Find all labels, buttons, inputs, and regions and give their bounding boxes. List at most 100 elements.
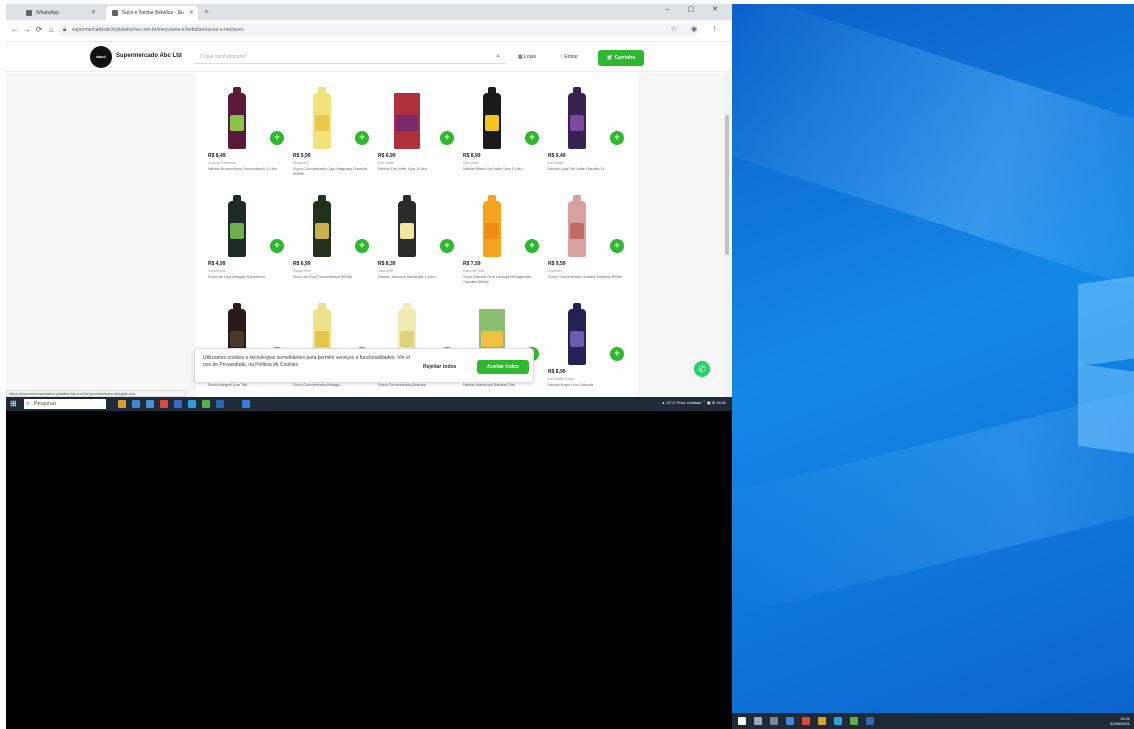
product-image[interactable] bbox=[313, 195, 331, 257]
add-to-cart-button[interactable]: + bbox=[610, 239, 624, 253]
product-price: R$ 8,49 bbox=[208, 153, 226, 159]
product-label-graphic bbox=[315, 223, 329, 239]
excel-icon[interactable] bbox=[850, 717, 858, 725]
product-price: R$ 8,39 bbox=[378, 261, 396, 267]
product-image[interactable] bbox=[568, 303, 586, 365]
system-tray[interactable]: ▲ 21°C Pred. nublado ⌃ ▣ ⊕ 18:11 bbox=[661, 400, 726, 405]
product-price: R$ 9,59 bbox=[548, 261, 566, 267]
new-tab-button[interactable]: + bbox=[204, 6, 209, 18]
cart-button[interactable]: 🛒︎ Carrinho bbox=[598, 50, 644, 66]
product-card[interactable]: + R$ 9,59 Sufresh Suco Concentrado Goiaba S… bbox=[538, 195, 624, 305]
product-name[interactable]: Suco de Uva Integral Superbom bbox=[208, 274, 284, 279]
product-image[interactable] bbox=[313, 87, 331, 149]
product-card[interactable]: + R$ 8,49 Aurora Bebidas Néctar Aurora Uva … bbox=[198, 87, 284, 197]
taskbar-clock[interactable]: 18:11 30/06/2021 bbox=[1110, 716, 1130, 726]
add-to-cart-button[interactable]: + bbox=[525, 131, 539, 145]
reload-button[interactable]: ⟳ bbox=[34, 25, 44, 34]
product-card[interactable]: + R$ 8,39 Jasmine Néctar Jasmine Maracujá 1… bbox=[368, 195, 454, 305]
site-header: abcd Supermercado Abc Ltd O que você pro… bbox=[6, 42, 732, 72]
product-card[interactable]: + R$ 8,99 Del Valle Néctar Misto Del Valle … bbox=[453, 87, 539, 197]
page-scrollbar[interactable] bbox=[724, 73, 730, 397]
word-icon[interactable] bbox=[216, 400, 224, 408]
product-name[interactable]: Néctar Misto Del Valle Uva 1 Litro bbox=[463, 166, 539, 171]
product-card[interactable]: + R$ 6,99 Del Valle Néctar Del Valle Uva 1 … bbox=[368, 87, 454, 197]
product-image[interactable] bbox=[398, 195, 416, 257]
tab-close-icon[interactable]: ✕ bbox=[91, 6, 96, 20]
product-image[interactable] bbox=[568, 195, 586, 257]
store-icon[interactable] bbox=[174, 400, 182, 408]
add-to-cart-button[interactable]: + bbox=[525, 239, 539, 253]
tab-close-icon[interactable]: ✕ bbox=[189, 6, 194, 20]
add-to-cart-button[interactable]: + bbox=[355, 239, 369, 253]
product-card[interactable]: + R$ 9,49 Del Valle Néctar Uva Del Valle Ga… bbox=[538, 87, 624, 197]
product-card[interactable]: + R$ 6,99 Superbom Suco de Uva Concentrado … bbox=[283, 195, 369, 305]
add-to-cart-button[interactable]: + bbox=[610, 347, 624, 361]
product-image[interactable] bbox=[568, 87, 586, 149]
product-brand: Superbom bbox=[293, 268, 312, 273]
windows-start-icon[interactable] bbox=[738, 717, 746, 725]
mail-icon[interactable] bbox=[188, 400, 196, 408]
edge-icon[interactable] bbox=[786, 717, 794, 725]
taskbar-search-input[interactable]: ⌕ Pesquisar bbox=[24, 399, 106, 409]
add-to-cart-button[interactable]: + bbox=[355, 131, 369, 145]
stores-link[interactable]: ▦ Lojas bbox=[518, 54, 536, 60]
product-image[interactable] bbox=[228, 195, 246, 257]
product-name[interactable]: Néctar Jasmine Maracujá 1 Litro bbox=[378, 274, 454, 279]
tab-whatsapp[interactable]: WhatsApp ✕ bbox=[20, 6, 100, 20]
url-input[interactable]: 🔒︎ supermercadoabcd.plataforma.com.br/me… bbox=[58, 24, 698, 37]
product-card[interactable]: + R$ 7,59 Natural One Suco Natural One Lara… bbox=[453, 195, 539, 305]
product-label-graphic bbox=[400, 331, 414, 347]
excel-icon[interactable] bbox=[202, 400, 210, 408]
url-text: supermercadoabcd.plataforma.com.br/merce… bbox=[72, 27, 244, 33]
product-card[interactable]: + R$ 4,99 Superbom Suco de Uva Integral Sup… bbox=[198, 195, 284, 305]
back-button[interactable]: ← bbox=[10, 25, 20, 34]
whatsapp-chat-icon[interactable]: ✆ bbox=[694, 361, 710, 377]
store-logo[interactable]: abcd bbox=[90, 46, 112, 68]
tab-active[interactable]: Suco e Néctar Bebidas - Su ✕ bbox=[106, 6, 198, 20]
product-name[interactable]: Suco de Uva Concentrado 500ml bbox=[293, 274, 369, 279]
add-to-cart-button[interactable]: + bbox=[440, 131, 454, 145]
add-to-cart-button[interactable]: + bbox=[270, 131, 284, 145]
search-icon[interactable] bbox=[754, 717, 762, 725]
task-view-icon[interactable] bbox=[132, 400, 140, 408]
product-brand: Natural One bbox=[463, 268, 485, 273]
browser-toolbar-icons[interactable]: ☆ ◉ ⋮ bbox=[671, 25, 724, 33]
mail-icon[interactable] bbox=[834, 717, 842, 725]
product-name[interactable]: Néctar Uva Del Valle Garrafa 1L bbox=[548, 166, 624, 171]
cookie-text: Utilizamos cookies e tecnologias semelha… bbox=[203, 355, 411, 368]
product-image[interactable] bbox=[228, 87, 246, 149]
product-name[interactable]: Néctar Kapo Uva Garrafa bbox=[548, 382, 624, 387]
app-icon[interactable] bbox=[242, 400, 250, 408]
home-button[interactable]: ⌂ bbox=[46, 25, 56, 34]
product-image[interactable] bbox=[483, 195, 501, 257]
chrome-icon[interactable] bbox=[802, 717, 810, 725]
login-link[interactable]: ◌ Entrar bbox=[560, 54, 578, 60]
windows-start-icon[interactable]: ⊞ bbox=[10, 400, 18, 408]
product-card[interactable]: + R$ 8,99 Del Valle Kapo Néctar Kapo Uva Ga… bbox=[538, 303, 624, 397]
add-to-cart-button[interactable]: + bbox=[440, 239, 454, 253]
product-name[interactable]: Néctar Aurora Uva Concentrado 1 Litro bbox=[208, 166, 284, 171]
product-image[interactable] bbox=[394, 93, 420, 149]
scrollbar-thumb[interactable] bbox=[725, 115, 729, 255]
product-image[interactable] bbox=[483, 87, 501, 149]
product-name[interactable]: Suco Concentrado Caju Maguary Garrafa 50… bbox=[293, 166, 369, 176]
word-icon[interactable] bbox=[866, 717, 874, 725]
product-name[interactable]: Suco Natural One Laranja Refrigerado Gar… bbox=[463, 274, 539, 284]
product-name[interactable]: Suco Concentrado Goiaba Sufresh 900ml bbox=[548, 274, 624, 279]
add-to-cart-button[interactable]: + bbox=[610, 131, 624, 145]
product-card[interactable]: + R$ 5,99 Maguary Suco Concentrado Caju Mag… bbox=[283, 87, 369, 197]
accept-cookies-button[interactable]: Aceitar todos bbox=[477, 360, 529, 374]
reject-cookies-button[interactable]: Rejeitar todos bbox=[423, 364, 456, 370]
product-search-input[interactable]: O que você procura? ⌕ bbox=[194, 50, 506, 64]
edge-icon[interactable] bbox=[146, 400, 154, 408]
file-explorer-icon[interactable] bbox=[118, 400, 126, 408]
add-to-cart-button[interactable]: + bbox=[270, 239, 284, 253]
forward-button[interactable]: → bbox=[22, 25, 32, 34]
task-view-icon[interactable] bbox=[770, 717, 778, 725]
search-icon[interactable]: ⌕ bbox=[496, 50, 500, 64]
product-name[interactable]: Néctar Del Valle Uva 1 Litro bbox=[378, 166, 454, 171]
window-controls[interactable]: – ▢ ✕ bbox=[666, 5, 726, 13]
file-explorer-icon[interactable] bbox=[818, 717, 826, 725]
chrome-icon[interactable] bbox=[160, 400, 168, 408]
store-name[interactable]: Supermercado Abc Ltd bbox=[116, 53, 182, 59]
